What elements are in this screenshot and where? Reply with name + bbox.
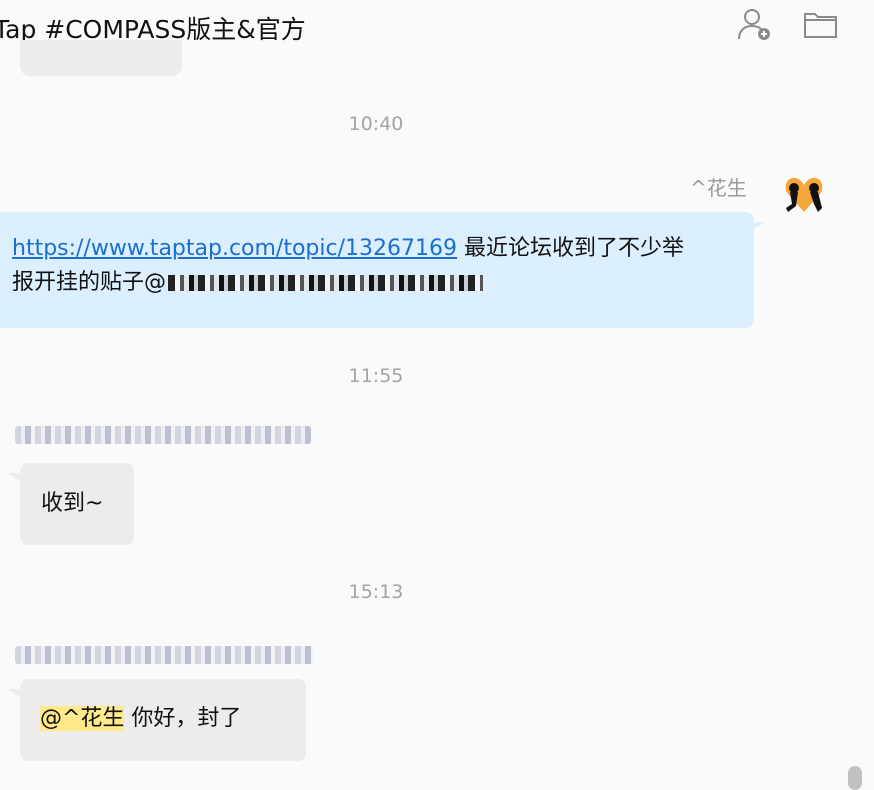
bubble-tail <box>750 222 764 232</box>
redacted-sender-name <box>15 646 313 664</box>
message-bubble-incoming: @^花生 你好，封了 <box>20 679 306 761</box>
message-text-line1: 最近论坛收到了不少举 <box>457 236 684 261</box>
previous-message-bubble <box>20 40 182 76</box>
timestamp: 10:40 <box>348 113 404 135</box>
message-text: 你好，封了 <box>124 706 242 731</box>
user-plus-icon[interactable] <box>735 6 775 42</box>
bubble-tail <box>8 473 22 483</box>
avatar[interactable] <box>780 172 828 216</box>
folder-icon[interactable] <box>801 6 841 42</box>
redacted-mention <box>168 275 484 291</box>
sender-name: ^花生 <box>690 176 747 200</box>
message-bubble-incoming: 收到~ <box>20 463 134 545</box>
timestamp: 11:55 <box>348 365 404 387</box>
topic-link[interactable]: https://www.taptap.com/topic/13267169 <box>12 236 457 261</box>
message-text: 收到~ <box>41 491 104 516</box>
timestamp: 15:13 <box>348 581 404 603</box>
redacted-sender-name <box>15 426 311 444</box>
message-text-line2: 报开挂的贴子@ <box>12 270 167 295</box>
message-bubble-outgoing: https://www.taptap.com/topic/13267169 最近… <box>0 212 754 328</box>
bubble-tail <box>8 689 22 699</box>
mention-tag[interactable]: @^花生 <box>40 706 125 731</box>
scrollbar-thumb[interactable] <box>848 766 862 790</box>
